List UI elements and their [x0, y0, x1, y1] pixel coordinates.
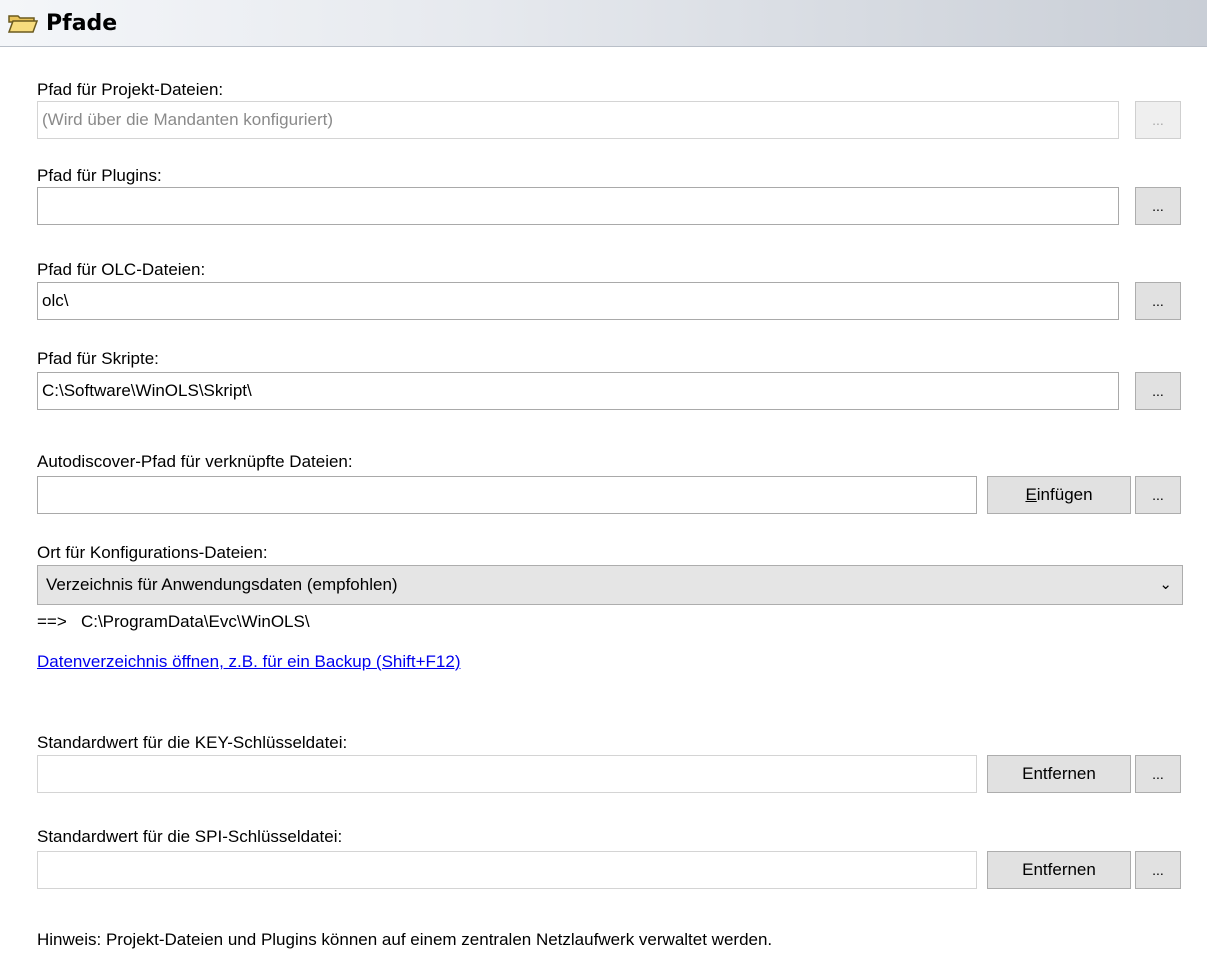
config-location-selected: Verzeichnis für Anwendungsdaten (empfohl… [46, 575, 398, 594]
config-resolved-path: ==> C:\ProgramData\Evc\WinOLS\ [37, 612, 310, 631]
plugins-path-label: Pfad für Plugins: [37, 166, 162, 185]
plugins-path-input[interactable] [37, 187, 1119, 225]
autodiscover-browse-button[interactable]: ... [1135, 476, 1181, 514]
spi-remove-button[interactable]: Entfernen [987, 851, 1131, 889]
project-browse-button[interactable]: ... [1135, 101, 1181, 139]
key-file-input[interactable] [37, 755, 977, 793]
key-browse-button[interactable]: ... [1135, 755, 1181, 793]
scripts-path-input[interactable]: C:\Software\WinOLS\Skript\ [37, 372, 1119, 410]
insert-button[interactable]: Einfügen [987, 476, 1131, 514]
spi-browse-button[interactable]: ... [1135, 851, 1181, 889]
open-data-directory-link[interactable]: Datenverzeichnis öffnen, z.B. für ein Ba… [37, 652, 461, 672]
section-title: Pfade [46, 11, 118, 36]
spi-file-label: Standardwert für die SPI-Schlüsseldatei: [37, 827, 343, 846]
project-path-input[interactable]: (Wird über die Mandanten konfiguriert) [37, 101, 1119, 139]
section-header: Pfade [0, 0, 1207, 47]
olc-path-label: Pfad für OLC-Dateien: [37, 260, 206, 279]
folder-open-icon [8, 15, 38, 33]
autodiscover-path-input[interactable] [37, 476, 977, 514]
project-path-label: Pfad für Projekt-Dateien: [37, 80, 224, 99]
key-remove-button[interactable]: Entfernen [987, 755, 1131, 793]
olc-browse-button[interactable]: ... [1135, 282, 1181, 320]
autodiscover-path-label: Autodiscover-Pfad für verknüpfte Dateien… [37, 452, 353, 471]
config-location-select[interactable]: Verzeichnis für Anwendungsdaten (empfohl… [37, 565, 1183, 605]
key-file-label: Standardwert für die KEY-Schlüsseldatei: [37, 733, 348, 752]
scripts-path-label: Pfad für Skripte: [37, 349, 159, 368]
chevron-down-icon: ⌄ [1159, 576, 1172, 593]
plugins-browse-button[interactable]: ... [1135, 187, 1181, 225]
olc-path-input[interactable]: olc\ [37, 282, 1119, 320]
spi-file-input[interactable] [37, 851, 977, 889]
config-location-label: Ort für Konfigurations-Dateien: [37, 543, 268, 562]
hint-text: Hinweis: Projekt-Dateien und Plugins kön… [37, 930, 773, 949]
scripts-browse-button[interactable]: ... [1135, 372, 1181, 410]
